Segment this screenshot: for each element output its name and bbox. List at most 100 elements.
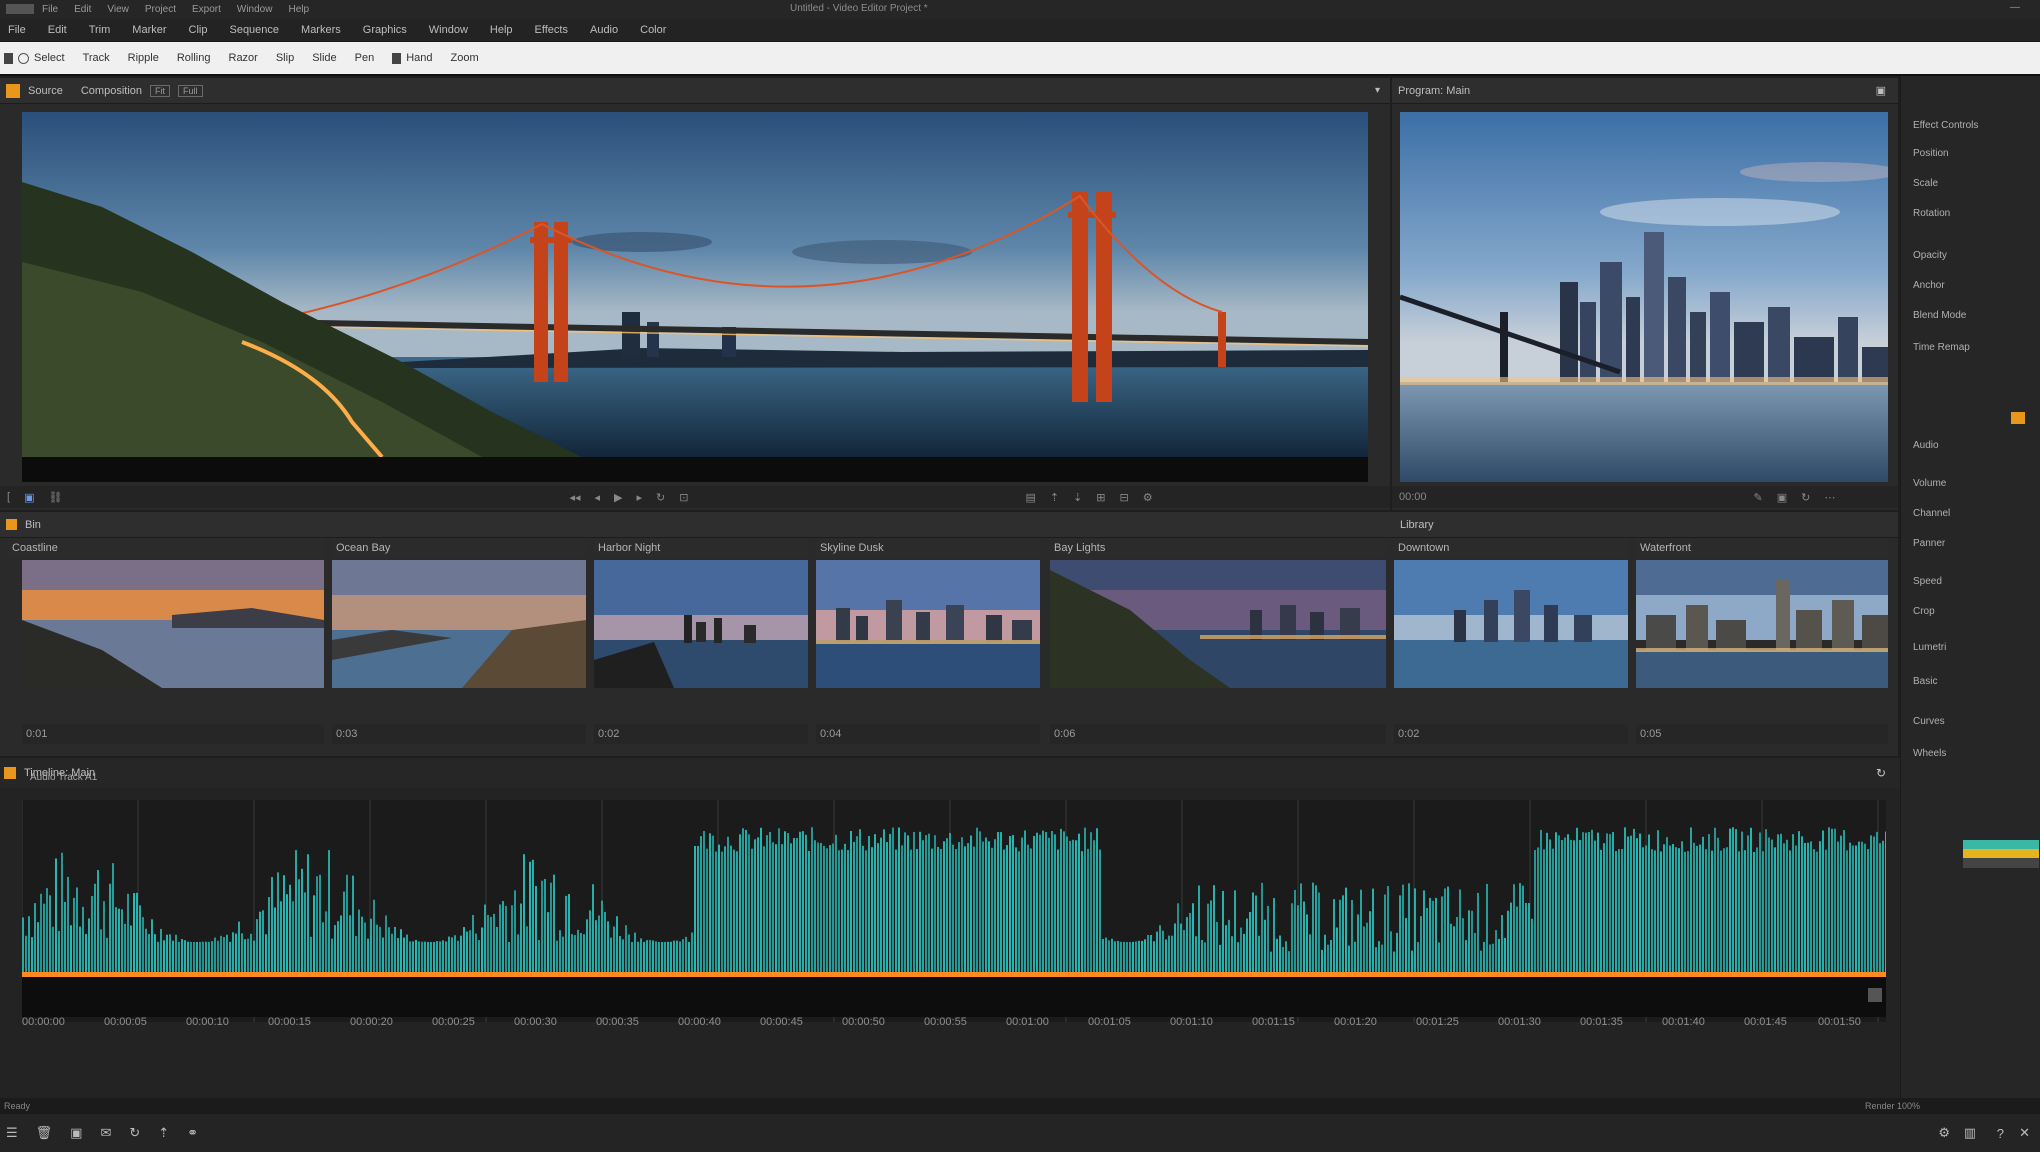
title-menu-edit[interactable]: Edit — [74, 4, 91, 15]
sidebar-item[interactable]: Crop — [1913, 606, 1935, 617]
refresh-icon[interactable]: ↻ — [129, 1125, 140, 1141]
sidebar-item[interactable]: Time Remap — [1913, 342, 1970, 353]
tool-ripple[interactable]: Ripple — [128, 52, 159, 64]
title-menu-project[interactable]: Project — [145, 4, 176, 15]
tool-razor[interactable]: Razor — [229, 52, 258, 64]
help-icon[interactable]: ? — [1997, 1126, 2004, 1141]
tool-pen[interactable]: Pen — [355, 52, 375, 64]
menu-item[interactable]: Marker — [132, 24, 166, 36]
step-back-icon[interactable]: ◂◂ — [569, 491, 580, 504]
tool-rolling[interactable]: Rolling — [177, 52, 211, 64]
sidebar-item[interactable]: Opacity — [1913, 250, 1947, 261]
thumbnail-clip[interactable] — [594, 560, 808, 688]
panel-menu-icon[interactable]: ▾ — [1375, 85, 1380, 96]
prev-frame-icon[interactable]: ◂ — [594, 491, 600, 504]
menu-item[interactable]: Markers — [301, 24, 341, 36]
link-icon[interactable]: ⛓ — [48, 491, 62, 504]
share-icon[interactable]: ⚭ — [187, 1125, 198, 1141]
sidebar-item[interactable]: Speed — [1913, 576, 1942, 587]
save-icon[interactable]: ▣ — [70, 1125, 82, 1141]
menu-item[interactable]: Sequence — [229, 24, 279, 36]
in-point-icon[interactable]: [ — [7, 491, 10, 503]
extract-icon[interactable]: ⇣ — [1073, 491, 1082, 504]
source-video-frame[interactable] — [22, 112, 1368, 482]
settings-icon[interactable]: ⚙ — [1938, 1125, 1950, 1141]
layers-icon[interactable]: ☰ — [6, 1125, 18, 1141]
sidebar-item[interactable]: Channel — [1913, 508, 1950, 519]
sidebar-item[interactable]: Effect Controls — [1913, 120, 1978, 131]
more-icon[interactable]: ⋯ — [1824, 491, 1835, 504]
title-menu-export[interactable]: Export — [192, 4, 221, 15]
menu-item[interactable]: Window — [429, 24, 468, 36]
thumbnail-clip[interactable] — [1394, 560, 1628, 688]
title-menu-help[interactable]: Help — [288, 4, 309, 15]
menu-item[interactable]: Graphics — [363, 24, 407, 36]
thumbnail-clip[interactable] — [332, 560, 586, 688]
audio-waveform[interactable] — [22, 800, 1886, 1022]
timeline-refresh-icon[interactable]: ↻ — [1876, 766, 1886, 780]
mark-icon[interactable]: ▣ — [24, 491, 34, 504]
sidebar-item[interactable]: Wheels — [1913, 748, 1946, 759]
tool-select[interactable]: Select — [4, 52, 65, 64]
thumbnail-clip[interactable] — [1636, 560, 1888, 688]
menu-item[interactable]: Edit — [48, 24, 67, 36]
sidebar-item[interactable]: Audio — [1913, 440, 1939, 451]
sidebar-item[interactable]: Scale — [1913, 178, 1938, 189]
delete-icon[interactable]: ▥ — [1964, 1125, 1976, 1141]
tool-slide[interactable]: Slide — [312, 52, 336, 64]
menu-item[interactable]: File — [8, 24, 26, 36]
minimize-button[interactable]: — — [2010, 2, 2020, 13]
menu-item[interactable]: Effects — [535, 24, 568, 36]
insert-icon[interactable]: ⊞ — [1096, 491, 1105, 504]
waveform-bar — [1396, 932, 1398, 972]
thumbnail-clip[interactable] — [22, 560, 324, 688]
tool-hand[interactable]: Hand — [392, 52, 433, 64]
close-icon[interactable]: ✕ — [2019, 1125, 2030, 1141]
settings-wrench-icon[interactable]: ⚙ — [1143, 491, 1153, 504]
title-menu-window[interactable]: Window — [237, 4, 273, 15]
tool-zoom[interactable]: Zoom — [451, 52, 479, 64]
menu-item[interactable]: Clip — [189, 24, 208, 36]
source-tab[interactable]: Source — [28, 85, 63, 97]
loop-icon[interactable]: ↻ — [656, 491, 665, 504]
tool-slip[interactable]: Slip — [276, 52, 294, 64]
sidebar-item[interactable]: Panner — [1913, 538, 1945, 549]
orange-marker-icon[interactable] — [2011, 412, 2025, 424]
comment-icon[interactable]: ✉ — [100, 1125, 111, 1141]
menu-item[interactable]: Help — [490, 24, 513, 36]
timeline-ruler[interactable]: 00:00:00 00:00:05 00:00:10 00:00:15 00:0… — [22, 1016, 1892, 1038]
tool-track[interactable]: Track — [83, 52, 110, 64]
title-menu-file[interactable]: File — [42, 4, 58, 15]
full-button[interactable]: Full — [178, 84, 203, 97]
program-menu-icon[interactable]: ▣ — [1876, 84, 1886, 97]
sidebar-item[interactable]: Lumetri — [1913, 642, 1946, 653]
program-video-frame[interactable] — [1400, 112, 1888, 482]
safe-margin-icon[interactable]: ⊡ — [679, 491, 688, 504]
sidebar-item[interactable]: Curves — [1913, 716, 1945, 727]
sidebar-item[interactable]: Basic — [1913, 676, 1937, 687]
play-icon[interactable]: ▶ — [614, 491, 622, 504]
trash-icon[interactable]: 🗑 — [36, 1125, 53, 1141]
next-frame-icon[interactable]: ▸ — [636, 491, 642, 504]
lift-icon[interactable]: ⇡ — [1050, 491, 1059, 504]
sidebar-item[interactable]: Rotation — [1913, 208, 1950, 219]
menu-item[interactable]: Trim — [89, 24, 111, 36]
menu-item[interactable]: Color — [640, 24, 666, 36]
thumbnail-clip[interactable] — [1050, 560, 1386, 688]
sidebar-item[interactable]: Blend Mode — [1913, 310, 1966, 321]
upload-icon[interactable]: ⇡ — [158, 1125, 169, 1141]
waveform-bar — [1201, 940, 1203, 972]
overwrite-icon[interactable]: ⊟ — [1120, 491, 1129, 504]
sidebar-item[interactable]: Position — [1913, 148, 1949, 159]
fit-button[interactable]: Fit — [150, 84, 170, 97]
thumbnail-clip[interactable] — [816, 560, 1040, 688]
marker-icon[interactable]: ▣ — [1777, 491, 1787, 504]
sidebar-item[interactable]: Volume — [1913, 478, 1946, 489]
rotate-icon[interactable]: ↻ — [1801, 491, 1810, 504]
sidebar-item[interactable]: Anchor — [1913, 280, 1945, 291]
export-frame-icon[interactable]: ▤ — [1025, 491, 1035, 504]
menu-item[interactable]: Audio — [590, 24, 618, 36]
timeline-scroll-thumb[interactable] — [1868, 988, 1882, 1002]
title-menu-view[interactable]: View — [107, 4, 129, 15]
pen-icon[interactable]: ✎ — [1754, 491, 1763, 504]
